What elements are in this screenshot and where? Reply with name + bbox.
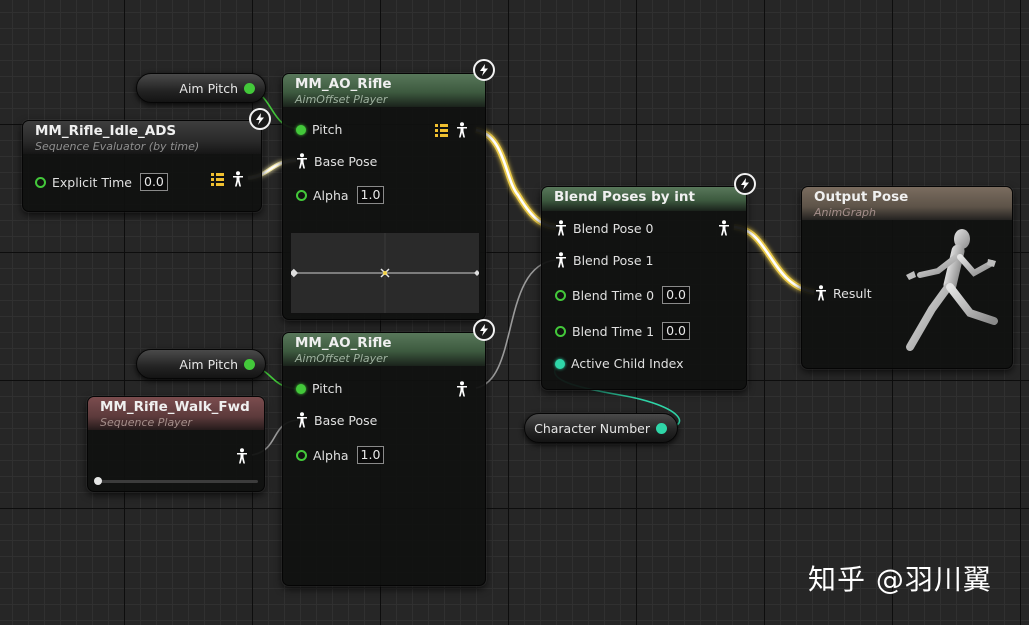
aim-pitch-label: Aim Pitch xyxy=(179,356,238,372)
pose-pin-icon[interactable] xyxy=(555,252,567,268)
float-pin-icon[interactable] xyxy=(296,189,307,201)
base-pose-pin[interactable]: Base Pose xyxy=(296,153,377,169)
node-header: MM_Rifle_Idle_ADS Sequence Evaluator (by… xyxy=(23,121,261,154)
fast-path-bolt-icon xyxy=(734,173,756,195)
node-title: MM_Rifle_Idle_ADS xyxy=(35,123,177,139)
pin-label: Base Pose xyxy=(314,153,378,169)
explicit-time-pin[interactable]: Explicit Time 0.0 xyxy=(35,173,168,191)
playback-scrub-bar[interactable] xyxy=(94,477,258,485)
pin-label: Blend Time 1 xyxy=(572,323,655,339)
pose-pin-icon[interactable] xyxy=(456,122,468,138)
fast-path-bolt-icon xyxy=(473,59,495,81)
alpha-input[interactable]: 1.0 xyxy=(356,186,385,204)
aim-pitch-variable-bottom[interactable]: Aim Pitch xyxy=(136,349,266,379)
node-subtitle: Sequence Evaluator (by time) xyxy=(35,140,200,153)
fast-path-bolt-icon xyxy=(473,319,495,341)
node-header: MM_Rifle_Walk_Fwd Sequence Player xyxy=(88,397,264,430)
result-pin[interactable]: Result xyxy=(815,285,872,301)
fast-path-bolt-icon xyxy=(249,108,271,130)
node-title: MM_AO_Rifle xyxy=(295,335,392,351)
pose-pin-icon[interactable] xyxy=(456,381,468,397)
aimoffset-preview-graph[interactable] xyxy=(289,232,480,314)
preview-plot xyxy=(289,233,480,313)
node-title: MM_AO_Rifle xyxy=(295,76,392,92)
active-child-index-pin[interactable]: Active Child Index xyxy=(555,356,684,371)
float-pin-icon[interactable] xyxy=(296,383,306,394)
running-mannequin-icon xyxy=(906,229,998,351)
pitch-pin[interactable]: Pitch xyxy=(296,122,342,137)
output-pose-pin[interactable] xyxy=(236,448,254,464)
node-header: MM_AO_Rifle AimOffset Player xyxy=(283,333,485,366)
aim-pitch-label: Aim Pitch xyxy=(179,80,238,96)
pin-label: Blend Pose 1 xyxy=(573,252,654,268)
blend-time-1-pin[interactable]: Blend Time 1 0.0 xyxy=(555,322,690,340)
pitch-pin[interactable]: Pitch xyxy=(296,381,342,396)
scrub-handle[interactable] xyxy=(94,477,102,485)
blend-pose-0-pin[interactable]: Blend Pose 0 xyxy=(555,220,653,236)
node-title: Blend Poses by int xyxy=(554,189,695,205)
pin-label: Pitch xyxy=(312,381,343,396)
pose-pin-icon[interactable] xyxy=(236,448,248,464)
list-icon xyxy=(211,172,224,186)
alpha-pin[interactable]: Alpha 1.0 xyxy=(296,186,385,204)
pose-pin-icon[interactable] xyxy=(296,412,308,428)
pose-pin-icon[interactable] xyxy=(232,171,244,187)
blend-time-1-input[interactable]: 0.0 xyxy=(662,322,690,340)
node-subtitle: Sequence Player xyxy=(100,416,192,429)
output-pose-pin[interactable] xyxy=(435,122,474,138)
node-header: Blend Poses by int xyxy=(542,187,746,211)
aimoffset-player-node-top[interactable]: MM_AO_Rifle AimOffset Player Pitch Base … xyxy=(282,73,486,320)
output-pose-pin[interactable] xyxy=(456,381,474,397)
blend-time-0-pin[interactable]: Blend Time 0 0.0 xyxy=(555,286,690,304)
pose-pin-icon[interactable] xyxy=(815,285,827,301)
node-subtitle: AnimGraph xyxy=(814,206,877,219)
pin-label: Active Child Index xyxy=(571,356,684,371)
float-pin-icon[interactable] xyxy=(296,449,307,461)
pose-pin-icon[interactable] xyxy=(296,153,308,169)
node-title: MM_Rifle_Walk_Fwd xyxy=(100,399,250,415)
character-number-label: Character Number xyxy=(534,420,650,436)
float-pin-icon[interactable] xyxy=(35,176,46,188)
blend-pose-1-pin[interactable]: Blend Pose 1 xyxy=(555,252,653,268)
alpha-input[interactable]: 1.0 xyxy=(356,446,385,464)
float-pin-icon[interactable] xyxy=(296,124,306,135)
sequence-player-node[interactable]: MM_Rifle_Walk_Fwd Sequence Player xyxy=(87,396,265,492)
float-pin-icon[interactable] xyxy=(244,82,255,94)
pin-label: Blend Pose 0 xyxy=(573,220,654,236)
blend-time-0-input[interactable]: 0.0 xyxy=(662,286,690,304)
aim-pitch-variable-top[interactable]: Aim Pitch xyxy=(136,73,266,103)
pose-pin-icon[interactable] xyxy=(718,220,730,236)
pin-label: Explicit Time xyxy=(52,174,132,190)
pin-label: Result xyxy=(833,285,872,301)
alpha-pin[interactable]: Alpha 1.0 xyxy=(296,446,385,464)
node-header: MM_AO_Rifle AimOffset Player xyxy=(283,74,485,107)
output-pose-node[interactable]: Output Pose AnimGraph Result xyxy=(801,186,1013,369)
watermark-text: 知乎 @羽川翼 xyxy=(808,563,992,596)
aimoffset-player-node-bottom[interactable]: MM_AO_Rifle AimOffset Player Pitch Base … xyxy=(282,332,486,586)
float-pin-icon[interactable] xyxy=(555,325,566,337)
explicit-time-input[interactable]: 0.0 xyxy=(140,173,168,191)
float-pin-icon[interactable] xyxy=(555,289,566,301)
list-icon xyxy=(435,123,448,137)
pin-label: Alpha xyxy=(313,187,349,203)
output-pose-pin[interactable] xyxy=(718,220,736,236)
node-subtitle: AimOffset Player xyxy=(295,352,388,365)
pin-label: Pitch xyxy=(312,122,343,137)
base-pose-pin[interactable]: Base Pose xyxy=(296,412,377,428)
pose-pin-icon[interactable] xyxy=(555,220,567,236)
int-pin-icon[interactable] xyxy=(555,358,565,369)
blend-poses-by-int-node[interactable]: Blend Poses by int Blend Pose 0 Blend Po… xyxy=(541,186,747,390)
output-pose-pin[interactable] xyxy=(211,171,250,187)
node-header: Output Pose AnimGraph xyxy=(802,187,1012,220)
sequence-evaluator-node[interactable]: MM_Rifle_Idle_ADS Sequence Evaluator (by… xyxy=(22,120,262,212)
pin-label: Blend Time 0 xyxy=(572,287,655,303)
pin-label: Alpha xyxy=(313,447,349,463)
character-number-variable[interactable]: Character Number xyxy=(524,413,678,443)
float-pin-icon[interactable] xyxy=(244,358,255,370)
int-pin-icon[interactable] xyxy=(656,422,667,434)
pin-label: Base Pose xyxy=(314,412,378,428)
node-title: Output Pose xyxy=(814,189,909,205)
node-subtitle: AimOffset Player xyxy=(295,93,388,106)
